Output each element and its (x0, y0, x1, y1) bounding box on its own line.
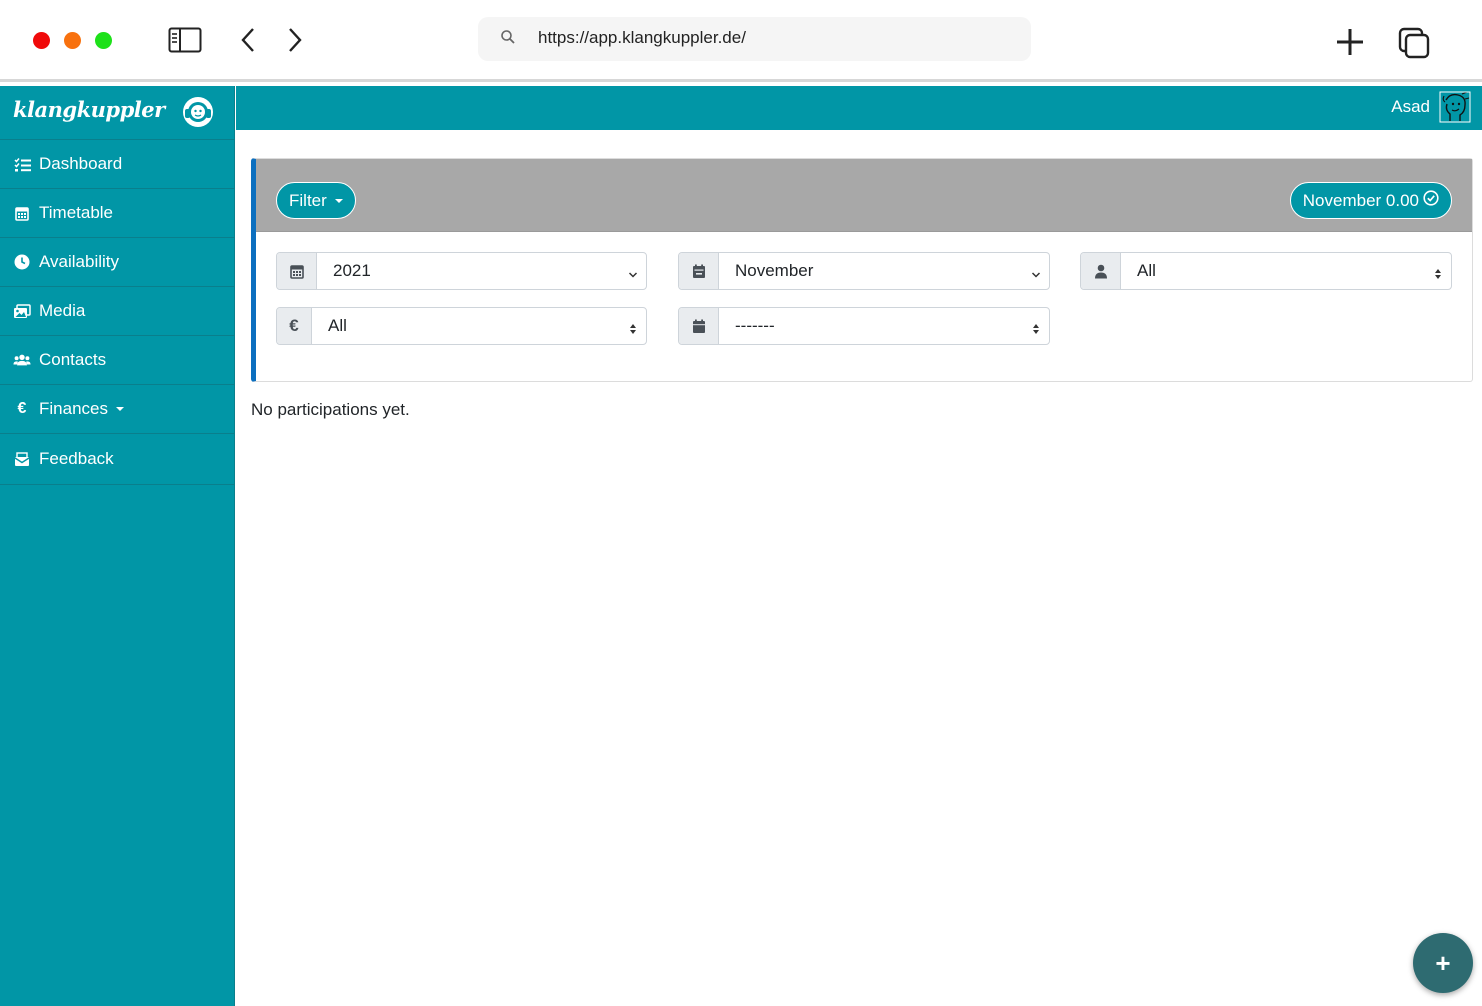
maximize-window-button[interactable] (95, 32, 112, 49)
person-select-value: All (1137, 261, 1156, 280)
sidebar-item-feedback[interactable]: Feedback (0, 434, 234, 485)
sidebar-item-label: Feedback (39, 449, 114, 468)
month-total-label: November 0.00 (1302, 190, 1419, 210)
currency-select-value: All (328, 316, 347, 335)
address-bar[interactable]: https://app.klangkuppler.de/ (478, 17, 1031, 61)
calendar-icon (13, 204, 31, 222)
headphones-logo-icon (181, 95, 215, 129)
person-select[interactable]: All (1121, 253, 1451, 289)
avatar[interactable] (1438, 90, 1472, 124)
sort-icon (628, 320, 638, 340)
user-icon (1081, 253, 1121, 289)
minimize-window-button[interactable] (64, 32, 81, 49)
users-icon (13, 351, 31, 369)
brand[interactable]: klangkuppler (0, 86, 234, 140)
sidebar-item-dashboard[interactable]: Dashboard (0, 140, 234, 189)
user-name[interactable]: Asad (1391, 97, 1430, 117)
sidebar-item-finances[interactable]: € Finances (0, 385, 234, 434)
sidebar-item-availability[interactable]: Availability (0, 238, 234, 287)
date-select[interactable]: ------- (719, 308, 1049, 344)
empty-state-message: No participations yet. (251, 400, 410, 419)
filter-dropdown-button[interactable]: Filter (276, 182, 356, 219)
close-window-button[interactable] (33, 32, 50, 49)
back-icon[interactable] (236, 26, 260, 54)
sidebar-item-label: Contacts (39, 350, 107, 369)
tasks-icon (13, 155, 31, 173)
sort-icon (1031, 320, 1041, 340)
filter-card-header: Filter November 0.00 (256, 159, 1472, 232)
sidebar-item-label: Availability (39, 252, 120, 271)
sidebar-item-timetable[interactable]: Timetable (0, 189, 234, 238)
person-select-group: All (1080, 252, 1452, 290)
sidebar-item-media[interactable]: Media (0, 287, 234, 336)
year-select-value: 2021 (333, 261, 371, 280)
year-select-group: 2021 (276, 252, 647, 290)
add-button[interactable]: + (1413, 933, 1473, 993)
sidebar-item-label: Media (39, 301, 86, 320)
year-select[interactable]: 2021 (317, 253, 646, 289)
sidebar-item-label: Finances (39, 399, 108, 418)
sidebar-toggle-icon[interactable] (167, 26, 203, 54)
sidebar: klangkuppler Dashboard Timetable Availab… (0, 86, 235, 1006)
caret-down-icon (334, 198, 343, 203)
top-navbar: Asad (236, 86, 1482, 130)
month-select-group: November (678, 252, 1050, 290)
date-select-value: ------- (735, 316, 775, 335)
chevron-down-icon (628, 265, 638, 285)
month-select-value: November (735, 261, 814, 280)
forward-icon[interactable] (283, 26, 307, 54)
date-select-group: ------- (678, 307, 1050, 345)
caret-down-icon (115, 407, 124, 411)
currency-select[interactable]: All (312, 308, 646, 344)
sidebar-item-label: Timetable (39, 203, 114, 222)
chevron-down-icon (1031, 265, 1041, 285)
clock-icon (13, 253, 31, 271)
tabs-overview-icon[interactable] (1397, 26, 1431, 60)
images-icon (13, 302, 31, 320)
mail-bulk-icon (13, 450, 31, 468)
browser-chrome: https://app.klangkuppler.de/ (0, 0, 1482, 82)
filter-card: Filter November 0.00 2021 November All €… (251, 158, 1473, 382)
calendar-icon (277, 253, 317, 289)
month-select[interactable]: November (719, 253, 1049, 289)
search-icon (500, 29, 516, 50)
currency-select-group: € All (276, 307, 647, 345)
url-text: https://app.klangkuppler.de/ (538, 28, 746, 47)
calendar-minus-icon (679, 253, 719, 289)
euro-icon: € (277, 308, 312, 344)
sidebar-item-contacts[interactable]: Contacts (0, 336, 234, 385)
sidebar-item-label: Dashboard (39, 154, 123, 173)
euro-icon: € (17, 400, 27, 417)
calendar-solid-icon (679, 308, 719, 344)
sort-icon (1433, 265, 1443, 285)
brand-name: klangkuppler (13, 97, 165, 122)
new-tab-icon[interactable] (1334, 26, 1366, 58)
check-circle-icon (1423, 190, 1439, 211)
month-total-badge[interactable]: November 0.00 (1289, 182, 1452, 219)
filter-label: Filter (289, 190, 327, 210)
